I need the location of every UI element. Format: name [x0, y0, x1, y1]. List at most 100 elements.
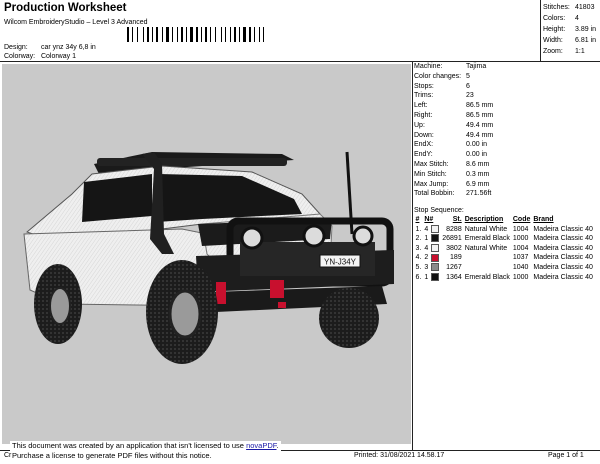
barcode-bar	[252, 27, 253, 42]
barcode-bar	[150, 27, 151, 42]
barcode-bar	[177, 27, 178, 42]
prop-row: Trims: 23	[414, 92, 474, 100]
barcode-bar	[201, 27, 202, 42]
page-number: Page 1 of 1	[548, 452, 584, 459]
barcode-bar	[243, 27, 246, 42]
barcode-bar	[156, 27, 158, 42]
barcode-bar	[152, 27, 153, 42]
barcode-bar	[139, 27, 142, 42]
barcode-bar	[234, 27, 236, 42]
stop-sequence: Stop Sequence: # N# St. Description Code…	[414, 206, 594, 282]
barcode-bar	[143, 27, 144, 42]
color-swatch	[431, 253, 440, 262]
barcode-bar	[130, 27, 131, 42]
barcode-bar	[217, 27, 220, 42]
prop-row: Up: 49.4 mm	[414, 121, 494, 129]
barcode-bar	[134, 27, 136, 42]
prop-row: EndY: 0.00 in	[414, 151, 488, 159]
barcode-bar	[132, 27, 133, 42]
barcode-bar	[221, 27, 222, 42]
barcode-bar	[237, 27, 238, 42]
barcode-bar	[225, 27, 226, 42]
barcode-bar	[247, 27, 248, 42]
design-preview: YN-J34Y	[2, 64, 411, 444]
barcode-bar	[239, 27, 240, 42]
prop-row: Machine: Tajima	[414, 63, 487, 70]
barcode-bar	[162, 27, 163, 42]
barcode-bar	[259, 27, 260, 42]
barcode-bar	[223, 27, 224, 42]
prop-row: Max Stitch: 8.6 mm	[414, 160, 490, 168]
barcode-bar	[159, 27, 161, 42]
barcode	[127, 25, 265, 42]
prop-row: Stops: 6	[414, 82, 470, 90]
stop-row: 5. 3 1267 1040 Madeira Classic 40	[415, 263, 593, 272]
stat-row: Zoom: 1:1	[543, 48, 585, 55]
barcode-bar	[249, 27, 251, 42]
barcode-bar	[203, 27, 204, 42]
barcode-bar	[186, 27, 187, 42]
stop-sequence-title: Stop Sequence:	[414, 207, 464, 214]
colorway-row: Colorway: Colorway 1	[4, 53, 76, 60]
barcode-bar	[230, 27, 231, 42]
barcode-bar	[137, 27, 138, 42]
barcode-bar	[212, 27, 214, 42]
color-swatch	[431, 263, 440, 272]
stats-panel: Stitches: 41803 Colors: 4 Height: 3.89 in W…	[543, 2, 596, 57]
stop-sequence-table: # N# St. Description Code Brand 1. 4 8288 N…	[414, 215, 594, 282]
stop-header-row: # N# St. Description Code Brand	[415, 216, 554, 223]
barcode-bar	[263, 27, 264, 42]
colorway-label: Colorway:	[4, 53, 36, 60]
prop-row: Min Stitch: 0.3 mm	[414, 170, 490, 178]
stat-row: Stitches: 41803	[543, 4, 595, 11]
barcode-bar	[184, 27, 185, 42]
barcode-bar	[188, 27, 189, 42]
canvas-divider	[412, 61, 413, 450]
license-notice: This document was created by an applicat…	[10, 441, 281, 461]
barcode-bar	[227, 27, 229, 42]
barcode-bar	[215, 27, 216, 42]
design-row: Design: car ynz 34y 6,8 in	[4, 44, 96, 51]
barcode-bar	[208, 27, 209, 42]
novapdf-link[interactable]: novaPDF	[246, 441, 276, 450]
color-swatch	[431, 272, 440, 281]
barcode-bar	[154, 27, 155, 42]
prop-row: Down: 49.4 mm	[414, 131, 494, 139]
stop-row: 4. 2 189 1037 Madeira Classic 40	[415, 253, 593, 262]
footer-left: Cr	[4, 452, 12, 459]
barcode-bar	[254, 27, 255, 42]
barcode-bar	[164, 27, 165, 42]
license-plate-text: YN-J34Y	[324, 258, 357, 267]
notice-line-2: Purchase a license to generate PDF files…	[12, 451, 212, 460]
design-value: car ynz 34y 6,8 in	[40, 44, 96, 51]
barcode-bar	[241, 27, 242, 42]
notice-line-1: This document was created by an applicat…	[12, 441, 279, 450]
barcode-bar	[145, 27, 146, 42]
barcode-bar	[170, 27, 171, 42]
stat-row: Width: 6.81 in	[543, 37, 597, 44]
colorway-value: Colorway 1	[40, 53, 76, 60]
truck-embroidery-image: YN-J34Y	[23, 151, 394, 364]
color-swatch	[431, 224, 440, 233]
barcode-bar	[232, 27, 233, 42]
stop-row: 3. 4 3802 Natural White 1004 Madeira Classic …	[415, 243, 593, 252]
barcode-bar	[194, 27, 195, 42]
stop-row: 6. 1 1364 Emerald Black 1000 Madeira Classic …	[415, 272, 593, 281]
printed-timestamp: Printed: 31/08/2021 14.58.17	[354, 452, 445, 459]
properties-panel: Machine: Tajima Color changes: 5 Stops: 6 T…	[414, 62, 493, 199]
stat-row: Height: 3.89 in	[543, 26, 597, 33]
barcode-bar	[127, 27, 129, 42]
barcode-bar	[199, 27, 200, 42]
barcode-bar	[147, 27, 149, 42]
color-swatch	[431, 234, 440, 243]
prop-row: Color changes: 5	[414, 72, 470, 80]
barcode-bar	[174, 27, 176, 42]
barcode-bar	[256, 27, 258, 42]
prop-row: Left: 86.5 mm	[414, 102, 494, 110]
barcode-bar	[190, 27, 193, 42]
stat-row: Colors: 4	[543, 15, 579, 22]
color-swatch	[431, 243, 440, 252]
design-label: Design:	[4, 44, 28, 51]
barcode-bar	[166, 27, 169, 42]
page-title: Production Worksheet	[4, 2, 127, 14]
